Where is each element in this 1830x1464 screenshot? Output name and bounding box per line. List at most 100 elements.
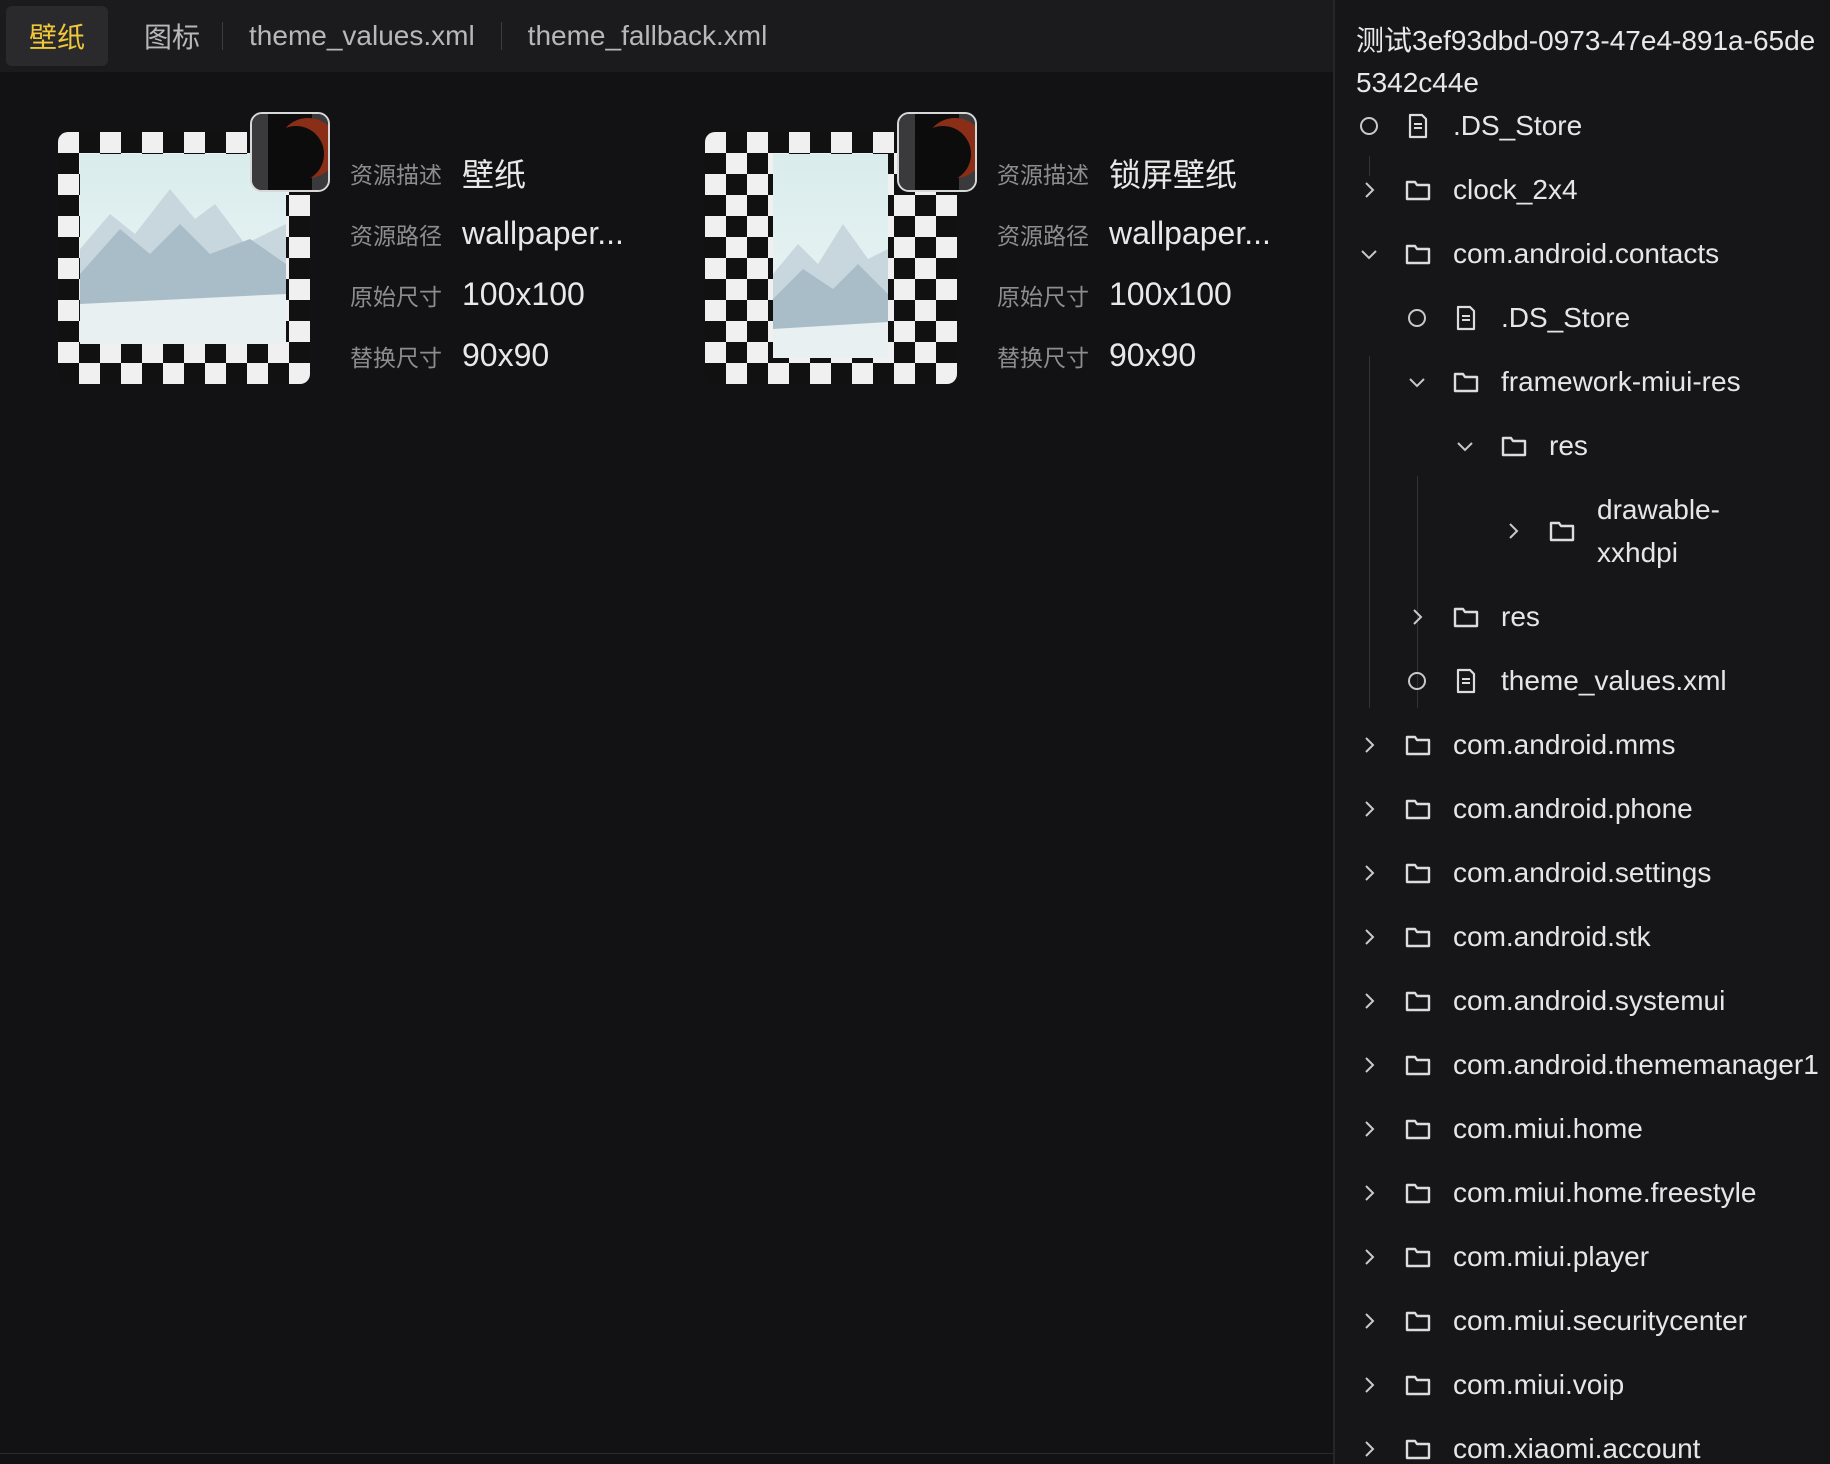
tree-item-label: com.xiaomi.account bbox=[1453, 1433, 1701, 1464]
planet-icon bbox=[899, 114, 975, 190]
resource-card-wallpaper[interactable]: 资源描述 壁纸 资源路径 wallpaper... 原始尺寸 100x100 替换尺寸… bbox=[0, 112, 624, 392]
tree-item[interactable]: com.miui.home bbox=[1355, 1107, 1643, 1151]
folder-icon bbox=[1403, 794, 1433, 824]
desc-value: 锁屏壁纸 bbox=[1109, 156, 1238, 193]
tree-item-label: com.android.phone bbox=[1453, 793, 1693, 824]
tree-item[interactable]: clock_2x4 bbox=[1355, 168, 1578, 212]
folder-icon bbox=[1403, 1242, 1433, 1272]
tree-item[interactable]: drawable-xxhdpi bbox=[1499, 488, 1747, 574]
tree-item[interactable]: com.miui.voip bbox=[1355, 1363, 1624, 1407]
tab-theme-values[interactable]: theme_values.xml bbox=[223, 6, 501, 66]
folder-icon bbox=[1403, 1306, 1433, 1336]
tree-item-label: framework-miui-res bbox=[1501, 366, 1741, 397]
folder-icon bbox=[1403, 858, 1433, 888]
main-area: 壁纸 图标 theme_values.xml theme_fallback.xm… bbox=[0, 0, 1333, 1464]
tree-item[interactable]: res bbox=[1403, 595, 1540, 639]
folder-icon bbox=[1403, 175, 1433, 205]
folder-icon bbox=[1403, 1114, 1433, 1144]
tree-item[interactable]: com.android.mms bbox=[1355, 723, 1676, 767]
chevron-right-icon[interactable] bbox=[1355, 795, 1383, 823]
replacement-preview-badge[interactable] bbox=[250, 112, 330, 192]
tree-item-label: com.miui.player bbox=[1453, 1241, 1650, 1272]
tree-guide-line bbox=[1369, 356, 1370, 708]
tree-item-label: com.android.contacts bbox=[1453, 238, 1720, 269]
path-label: 资源路径 bbox=[997, 222, 1089, 249]
tree-item[interactable]: com.android.systemui bbox=[1355, 979, 1725, 1023]
chevron-right-icon[interactable] bbox=[1355, 1051, 1383, 1079]
tree-item[interactable]: com.android.settings bbox=[1355, 851, 1711, 895]
tab-theme-fallback[interactable]: theme_fallback.xml bbox=[502, 6, 794, 66]
chevron-down-icon[interactable] bbox=[1451, 432, 1479, 460]
resource-info: 资源描述 锁屏壁纸 资源路径 wallpaper... 原始尺寸 100x100 替换… bbox=[997, 142, 1271, 386]
dot-icon bbox=[1403, 304, 1431, 332]
chevron-right-icon[interactable] bbox=[1355, 859, 1383, 887]
file-icon bbox=[1403, 111, 1433, 141]
chevron-right-icon[interactable] bbox=[1355, 1115, 1383, 1143]
tree-item-label: .DS_Store bbox=[1453, 110, 1583, 141]
tree-item-label: com.android.mms bbox=[1453, 729, 1676, 760]
path-value: wallpaper... bbox=[462, 215, 624, 251]
file-icon bbox=[1451, 303, 1481, 333]
tree-item[interactable]: com.miui.player bbox=[1355, 1235, 1649, 1279]
folder-icon bbox=[1403, 730, 1433, 760]
tree-item-label: res bbox=[1501, 601, 1540, 632]
tab-wallpaper[interactable]: 壁纸 bbox=[6, 6, 108, 66]
tree-item[interactable]: com.android.stk bbox=[1355, 915, 1651, 959]
chevron-right-icon[interactable] bbox=[1355, 987, 1383, 1015]
original-size-label: 原始尺寸 bbox=[997, 283, 1089, 310]
replacement-size-label: 替换尺寸 bbox=[997, 344, 1089, 371]
desc-value: 壁纸 bbox=[462, 156, 527, 193]
chevron-down-icon[interactable] bbox=[1355, 240, 1383, 268]
tree-item[interactable]: com.miui.securitycenter bbox=[1355, 1299, 1747, 1343]
chevron-right-icon[interactable] bbox=[1355, 1435, 1383, 1463]
chevron-right-icon[interactable] bbox=[1355, 1307, 1383, 1335]
tree-item-label: theme_values.xml bbox=[1501, 665, 1727, 696]
dot-icon bbox=[1403, 667, 1431, 695]
tree-item[interactable]: com.xiaomi.account bbox=[1355, 1427, 1700, 1464]
tree-item-label: com.android.thememanager1 bbox=[1453, 1049, 1819, 1080]
resource-info: 资源描述 壁纸 资源路径 wallpaper... 原始尺寸 100x100 替换尺寸… bbox=[350, 142, 624, 386]
tree-item-label: com.miui.home bbox=[1453, 1113, 1643, 1144]
desc-label: 资源描述 bbox=[350, 161, 442, 188]
tree-item[interactable]: .DS_Store bbox=[1403, 296, 1630, 340]
original-size-value: 100x100 bbox=[1109, 276, 1232, 312]
desc-label: 资源描述 bbox=[997, 161, 1089, 188]
tree-item-label: drawable-xxhdpi bbox=[1597, 494, 1720, 568]
chevron-right-icon[interactable] bbox=[1403, 603, 1431, 631]
chevron-right-icon[interactable] bbox=[1355, 1243, 1383, 1271]
replacement-preview-badge[interactable] bbox=[897, 112, 977, 192]
replacement-size-value: 90x90 bbox=[462, 337, 550, 373]
folder-icon bbox=[1403, 1050, 1433, 1080]
tree-item[interactable]: com.android.thememanager1 bbox=[1355, 1043, 1819, 1087]
chevron-right-icon[interactable] bbox=[1355, 1371, 1383, 1399]
tree-item-label: com.android.stk bbox=[1453, 921, 1651, 952]
replacement-size-label: 替换尺寸 bbox=[350, 344, 442, 371]
tree-item[interactable]: com.miui.home.freestyle bbox=[1355, 1171, 1756, 1215]
chevron-right-icon[interactable] bbox=[1355, 1179, 1383, 1207]
chevron-down-icon[interactable] bbox=[1403, 368, 1431, 396]
tree-item[interactable]: res bbox=[1451, 424, 1588, 468]
original-size-label: 原始尺寸 bbox=[350, 283, 442, 310]
mountain-image bbox=[773, 154, 888, 358]
chevron-right-icon[interactable] bbox=[1499, 517, 1527, 545]
tree-item[interactable]: com.android.contacts bbox=[1355, 232, 1719, 276]
folder-icon bbox=[1403, 239, 1433, 269]
chevron-right-icon[interactable] bbox=[1355, 731, 1383, 759]
tree-item[interactable]: com.android.phone bbox=[1355, 787, 1693, 831]
tree-item-label: clock_2x4 bbox=[1453, 174, 1578, 205]
folder-icon bbox=[1499, 431, 1529, 461]
resource-card-lockscreen-wallpaper[interactable]: 资源描述 锁屏壁纸 资源路径 wallpaper... 原始尺寸 100x100 替换… bbox=[647, 112, 1271, 392]
tree-item[interactable]: framework-miui-res bbox=[1403, 360, 1741, 404]
tab-icons[interactable]: 图标 bbox=[122, 6, 222, 66]
dot-icon bbox=[1355, 112, 1383, 140]
folder-icon bbox=[1403, 986, 1433, 1016]
path-value: wallpaper... bbox=[1109, 215, 1271, 251]
path-label: 资源路径 bbox=[350, 222, 442, 249]
tree-item-label: res bbox=[1549, 430, 1588, 461]
chevron-right-icon[interactable] bbox=[1355, 176, 1383, 204]
file-tree-panel: 测试3ef93dbd-0973-47e4-891a-65de5342c44e .… bbox=[1333, 0, 1830, 1464]
chevron-right-icon[interactable] bbox=[1355, 923, 1383, 951]
tree-item[interactable]: .DS_Store bbox=[1355, 104, 1582, 148]
file-icon bbox=[1451, 666, 1481, 696]
tree-item[interactable]: theme_values.xml bbox=[1403, 659, 1727, 703]
